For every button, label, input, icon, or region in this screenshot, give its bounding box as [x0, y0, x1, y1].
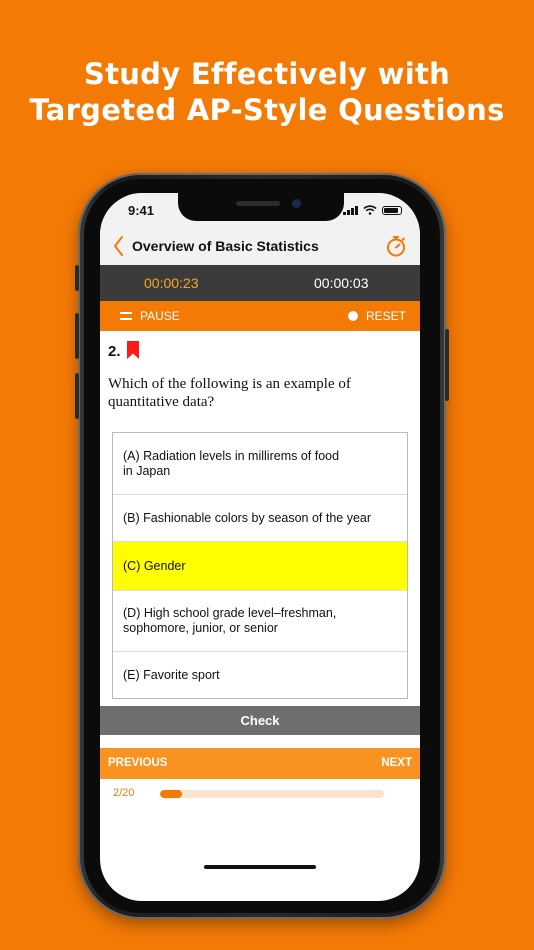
- timer-controls: PAUSE RESET: [100, 301, 420, 331]
- promo-headline-line-2: Targeted AP-Style Questions: [29, 93, 505, 127]
- total-timer: 00:00:23: [144, 275, 199, 291]
- progress-label: 2/20: [113, 787, 135, 799]
- bookmark-icon[interactable]: [126, 341, 140, 359]
- front-camera: [292, 199, 301, 208]
- reset-button[interactable]: RESET: [347, 301, 406, 331]
- promo-headline: Study Effectively with Targeted AP-Style…: [0, 56, 534, 128]
- previous-button[interactable]: PREVIOUS: [108, 757, 167, 769]
- pause-label: PAUSE: [140, 309, 180, 323]
- option-d-label: (D) High school grade level–freshman, so…: [123, 606, 337, 635]
- power-button: [445, 329, 449, 401]
- battery-icon: [382, 205, 402, 215]
- option-b-label: (B) Fashionable colors by season of the …: [123, 510, 372, 525]
- option-c-label: (C) Gender: [123, 558, 186, 573]
- option-e[interactable]: (E) Favorite sport: [113, 652, 407, 698]
- home-indicator[interactable]: [204, 865, 316, 869]
- volume-up-button: [75, 313, 79, 359]
- option-d[interactable]: (D) High school grade level–freshman, so…: [113, 590, 407, 652]
- option-a[interactable]: (A) Radiation levels in millirems of foo…: [113, 433, 407, 495]
- option-b[interactable]: (B) Fashionable colors by season of the …: [113, 495, 407, 542]
- pause-icon: [120, 312, 132, 320]
- question-number: 2.: [108, 343, 121, 360]
- question-text: Which of the following is an example of …: [108, 376, 351, 410]
- reset-label: RESET: [365, 309, 406, 323]
- phone-frame: 9:41 Overview of Basic Statistics 00:00:…: [75, 173, 449, 919]
- cellular-signal-icon: [343, 205, 358, 215]
- phone-screen: 9:41 Overview of Basic Statistics 00:00:…: [100, 193, 420, 901]
- pause-button[interactable]: PAUSE: [120, 301, 180, 331]
- wifi-icon: [363, 205, 377, 215]
- check-button[interactable]: Check: [100, 706, 420, 735]
- progress-bar: [160, 790, 384, 798]
- option-c[interactable]: (C) Gender: [113, 542, 407, 590]
- mute-switch: [75, 265, 79, 291]
- earpiece-speaker: [236, 201, 280, 206]
- reset-icon: [347, 311, 358, 321]
- status-time: 9:41: [128, 203, 155, 218]
- phone-notch: [178, 193, 344, 221]
- chevron-left-icon[interactable]: [110, 233, 128, 259]
- promo-headline-line-1: Study Effectively with: [83, 57, 451, 91]
- next-button[interactable]: NEXT: [381, 757, 412, 769]
- pager-bar: PREVIOUS NEXT: [100, 748, 420, 779]
- status-icons: [343, 205, 402, 215]
- page-title: Overview of Basic Statistics: [132, 238, 319, 254]
- stopwatch-icon[interactable]: [384, 234, 408, 258]
- option-a-label: (A) Radiation levels in millirems of foo…: [123, 448, 340, 478]
- progress-fill: [160, 790, 183, 798]
- question-timer: 00:00:03: [314, 275, 369, 291]
- option-e-label: (E) Favorite sport: [123, 667, 220, 682]
- answer-options: (A) Radiation levels in millirems of foo…: [112, 432, 408, 699]
- nav-bar: Overview of Basic Statistics: [100, 229, 420, 265]
- volume-down-button: [75, 373, 79, 419]
- timer-bar: 00:00:23 00:00:03: [100, 265, 420, 301]
- check-label: Check: [240, 713, 280, 728]
